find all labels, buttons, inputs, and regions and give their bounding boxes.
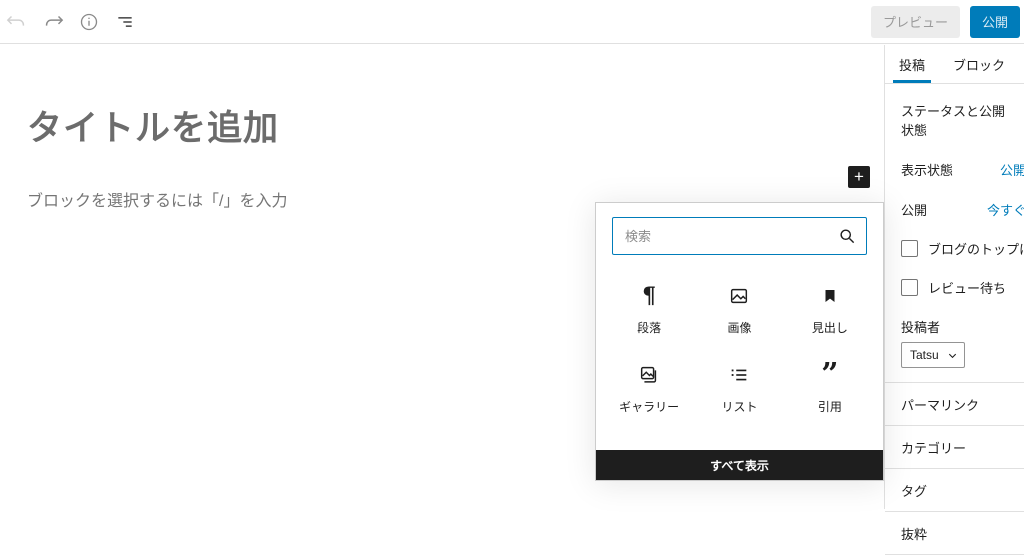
- block-type-heading[interactable]: 見出し: [785, 283, 875, 336]
- settings-sidebar: 投稿 ブロック ステータスと公開状態 表示状態 公開 公開 今すぐ ブログのトッ…: [884, 45, 1024, 509]
- block-type-paragraph[interactable]: ¶ 段落: [604, 283, 694, 336]
- block-type-list[interactable]: リスト: [694, 362, 784, 415]
- author-select-value: Tatsu: [910, 348, 939, 362]
- inserter-search: [612, 217, 867, 255]
- block-type-label: ギャラリー: [619, 398, 679, 415]
- topbar-history-tools: [0, 7, 140, 37]
- author-label: 投稿者: [901, 317, 1024, 336]
- sticky-checkbox-label: ブログのトップに固定: [928, 239, 1024, 258]
- block-type-label: 画像: [727, 319, 751, 336]
- publish-row: 公開 今すぐ: [885, 200, 1024, 219]
- panel-excerpt[interactable]: 抜粋: [885, 511, 1024, 554]
- pending-checkbox-label: レビュー待ち: [928, 278, 1006, 297]
- tab-post[interactable]: 投稿: [885, 45, 939, 83]
- undo-icon[interactable]: [2, 7, 32, 37]
- redo-icon[interactable]: [38, 7, 68, 37]
- browse-all-button[interactable]: すべて表示: [596, 450, 883, 480]
- pending-checkbox[interactable]: [901, 279, 918, 296]
- gallery-icon: [638, 362, 660, 388]
- visibility-label: 表示状態: [901, 160, 953, 179]
- panel-categories[interactable]: カテゴリー: [885, 425, 1024, 468]
- pending-checkbox-row: レビュー待ち: [901, 278, 1024, 297]
- block-type-grid: ¶ 段落 画像 見出し: [604, 283, 875, 415]
- add-block-button[interactable]: +: [848, 166, 870, 188]
- list-view-icon[interactable]: [110, 7, 140, 37]
- publish-label: 公開: [901, 200, 927, 219]
- block-type-label: 見出し: [812, 319, 848, 336]
- panel-permalink[interactable]: パーマリンク: [885, 382, 1024, 425]
- paragraph-icon: ¶: [642, 283, 656, 309]
- info-icon[interactable]: [74, 7, 104, 37]
- author-select[interactable]: Tatsu: [901, 342, 965, 368]
- block-type-label: リスト: [721, 398, 757, 415]
- block-search-input[interactable]: [612, 217, 867, 255]
- sticky-checkbox-row: ブログのトップに固定: [901, 239, 1024, 258]
- block-type-gallery[interactable]: ギャラリー: [604, 362, 694, 415]
- chevron-down-icon: [947, 350, 958, 361]
- block-type-label: 引用: [818, 398, 842, 415]
- block-type-quote[interactable]: ” 引用: [785, 362, 875, 415]
- block-inserter-popup: ¶ 段落 画像 見出し: [595, 202, 884, 481]
- publish-button[interactable]: 公開: [970, 6, 1020, 38]
- topbar-actions: プレビュー 公開: [871, 6, 1024, 38]
- sidebar-tabs: 投稿 ブロック: [885, 45, 1024, 84]
- publish-value-link[interactable]: 今すぐ: [987, 200, 1024, 219]
- visibility-row: 表示状態 公開: [885, 160, 1024, 179]
- quote-icon: ”: [821, 362, 838, 388]
- panel-tags[interactable]: タグ: [885, 468, 1024, 511]
- post-title-placeholder[interactable]: タイトルを追加: [27, 100, 884, 151]
- status-panel-title[interactable]: ステータスと公開状態: [885, 84, 1024, 139]
- visibility-value-link[interactable]: 公開: [1000, 160, 1024, 179]
- tab-block[interactable]: ブロック: [939, 45, 1019, 83]
- preview-button[interactable]: プレビュー: [871, 6, 960, 38]
- sticky-checkbox[interactable]: [901, 240, 918, 257]
- block-type-image[interactable]: 画像: [694, 283, 784, 336]
- list-icon: [728, 362, 750, 388]
- editor-topbar: プレビュー 公開: [0, 0, 1024, 44]
- block-type-label: 段落: [637, 319, 661, 336]
- search-icon: [837, 226, 857, 251]
- image-icon: [728, 283, 750, 309]
- bookmark-icon: [821, 283, 839, 309]
